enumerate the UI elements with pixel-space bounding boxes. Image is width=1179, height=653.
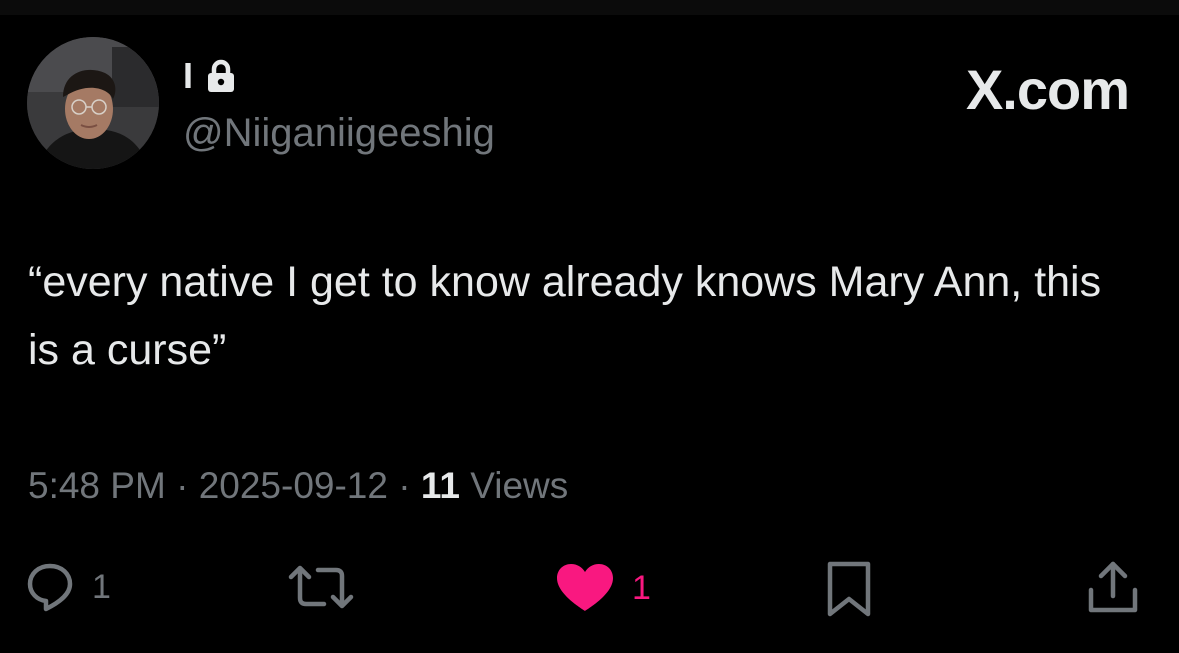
views-label: Views	[459, 465, 569, 506]
retweet-button[interactable]	[287, 564, 355, 610]
share-icon	[1088, 561, 1138, 613]
bookmark-icon	[827, 561, 871, 617]
reply-button[interactable]: 1	[26, 562, 111, 612]
meta-separator: ·	[387, 465, 421, 506]
action-bar: 1 1	[0, 555, 1179, 625]
meta-separator: ·	[165, 465, 199, 506]
views-count: 11	[420, 465, 460, 506]
heart-icon	[557, 564, 613, 611]
tweet-time[interactable]: 5:48 PM	[28, 465, 166, 506]
like-count: 1	[632, 569, 651, 607]
share-button[interactable]	[1087, 560, 1139, 616]
bookmark-button[interactable]	[826, 560, 872, 618]
avatar[interactable]	[27, 37, 159, 169]
brand-logo-text: X.com	[965, 58, 1130, 121]
retweet-icon	[288, 565, 354, 609]
reply-icon	[27, 563, 73, 612]
author-handle[interactable]: @Niiganiigeeshig	[183, 110, 495, 156]
like-button[interactable]: 1	[556, 563, 651, 613]
author-name-row: I	[183, 56, 235, 96]
author-display-name[interactable]: I	[183, 56, 193, 96]
lock-icon	[208, 59, 235, 92]
reply-count: 1	[92, 568, 111, 606]
tweet-text: “every native I get to know already know…	[28, 258, 1102, 374]
tweet-date[interactable]: 2025-09-12	[199, 465, 388, 506]
tweet-meta: 5:48 PM · 2025-09-12 · 11 Views	[28, 462, 568, 510]
top-strip	[0, 0, 1179, 15]
